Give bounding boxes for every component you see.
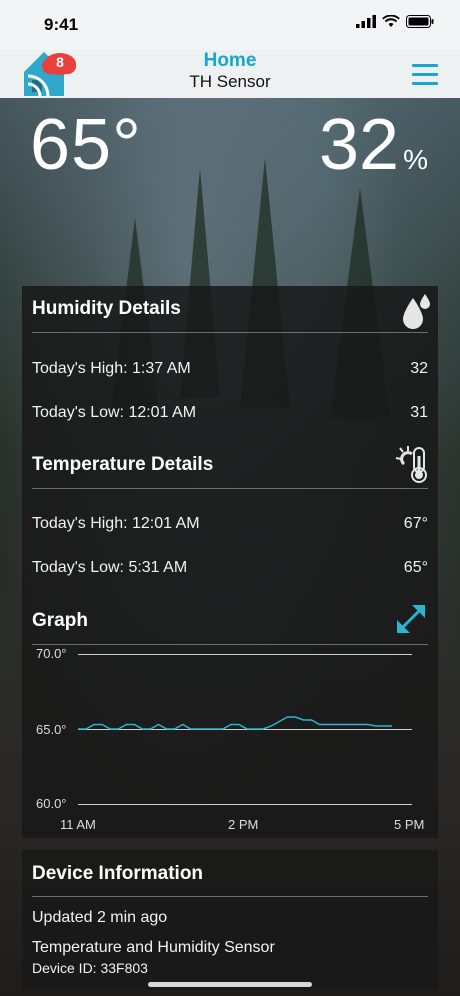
x-tick-label: 5 PM: [394, 817, 425, 832]
battery-icon: [406, 15, 434, 33]
y-tick-label: 70.0°: [36, 646, 67, 661]
header-subtitle: TH Sensor: [189, 72, 271, 91]
current-humidity: 32%: [319, 104, 428, 186]
temperature-series-line: [78, 716, 392, 730]
humidity-value: 32: [319, 105, 400, 185]
humidity-drops-icon: [400, 292, 432, 337]
temperature-details-title: Temperature Details: [32, 454, 214, 475]
details-card: Humidity Details Today's High: 1:37 AM 3…: [22, 286, 438, 838]
signal-icon: [356, 15, 376, 33]
divider: [32, 332, 428, 333]
humidity-details-title: Humidity Details: [32, 298, 181, 319]
device-type: Temperature and Humidity Sensor: [32, 939, 275, 956]
temperature-high-value: 67°: [403, 515, 428, 532]
wifi-icon: [382, 14, 400, 33]
divider: [32, 644, 428, 645]
status-time: 9:41: [44, 15, 79, 34]
temperature-low-label: Today's Low: 5:31 AM: [32, 559, 188, 576]
x-tick-label: 2 PM: [228, 817, 259, 832]
expand-icon[interactable]: [394, 602, 428, 641]
hamburger-menu-icon[interactable]: [412, 64, 438, 85]
device-updated: Updated 2 min ago: [32, 909, 168, 926]
header-title: Home: [203, 50, 257, 71]
humidity-high-value: 32: [410, 360, 428, 377]
temperature-low-value: 65°: [403, 559, 428, 576]
divider: [32, 896, 428, 897]
x-tick-label: 11 AM: [60, 817, 96, 832]
graph-title: Graph: [32, 610, 88, 631]
home-indicator[interactable]: [148, 982, 312, 987]
humidity-high-label: Today's High: 1:37 AM: [32, 360, 191, 377]
temperature-high-label: Today's High: 12:01 AM: [32, 515, 200, 532]
y-tick-label: 65.0°: [36, 722, 67, 737]
temperature-graph: [78, 716, 392, 730]
device-info-title: Device Information: [32, 863, 204, 884]
humidity-low-value: 31: [410, 404, 428, 421]
y-tick-label: 60.0°: [36, 796, 67, 811]
thermometer-sun-icon: [394, 444, 432, 489]
current-temperature: 65°: [30, 105, 142, 185]
device-id: Device ID: 33F803: [32, 960, 148, 976]
device-info-card: Device Information Updated 2 min ago Tem…: [22, 850, 438, 990]
status-bar: 9:41: [0, 0, 460, 50]
humidity-low-label: Today's Low: 12:01 AM: [32, 404, 197, 421]
app-header: 8 Home TH Sensor: [0, 50, 460, 98]
humidity-unit: %: [403, 144, 428, 175]
divider: [32, 488, 428, 489]
